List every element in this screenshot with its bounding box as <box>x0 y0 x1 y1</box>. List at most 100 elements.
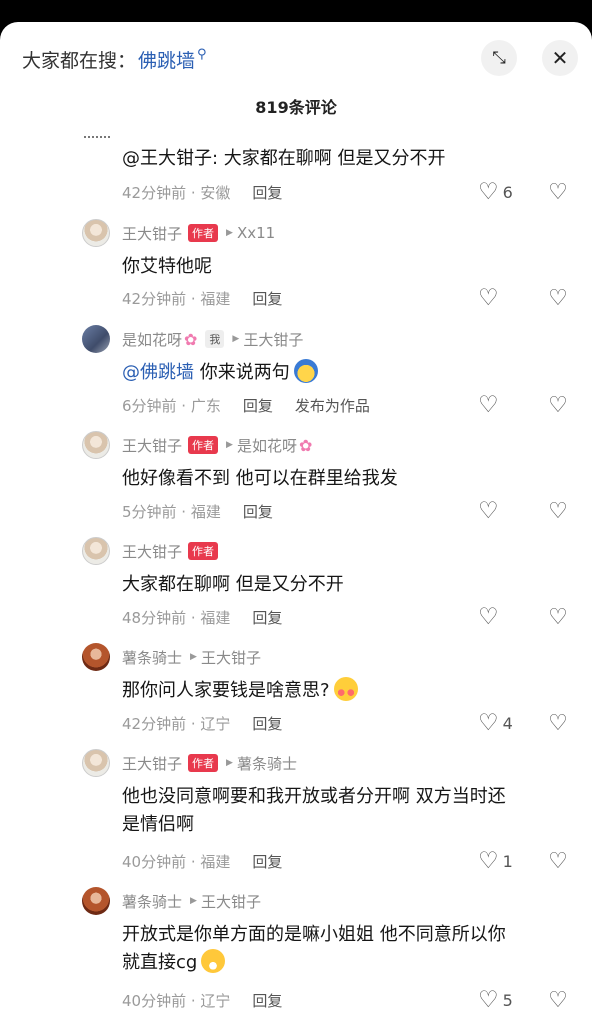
avatar[interactable] <box>82 643 110 671</box>
heart-icon: ♡ <box>478 987 499 1013</box>
comment-text-body: 你来说两句 <box>194 362 290 383</box>
heart-icon: ♡ <box>478 710 499 736</box>
avatar[interactable] <box>82 325 110 353</box>
comment-text-body: 就直接cg <box>122 952 198 973</box>
comment-text: 大家都在聊啊 但是又分不开 <box>122 574 344 595</box>
reply-button[interactable]: 回复 <box>252 713 282 734</box>
like-button[interactable]: ♡ <box>478 498 499 524</box>
comment-text: 他也没同意啊要和我开放或者分开啊 双方当时还 是情侣啊 <box>122 783 572 839</box>
avatar[interactable] <box>82 219 110 247</box>
username[interactable]: 王大钳子 <box>122 223 182 244</box>
username[interactable]: 王大钳子 <box>122 541 182 562</box>
reply-button[interactable]: 回复 <box>252 851 282 872</box>
broken-heart-icon: ♡ <box>548 710 568 736</box>
like-button[interactable]: ♡ 6 <box>478 179 513 205</box>
broken-heart-icon: ♡ <box>548 285 568 311</box>
comment-meta: 是如花呀 ✿ 我 ▶ 王大钳子 <box>122 327 303 351</box>
comment-time-location: 6分钟前 · 广东 <box>122 396 221 415</box>
comment-text-line: 就直接cg <box>122 949 572 977</box>
comment-meta: 王大钳子 作者 ▶ 是如花呀 ✿ <box>122 433 312 457</box>
avatar[interactable] <box>82 431 110 459</box>
like-button[interactable]: ♡ 4 <box>478 710 513 736</box>
heart-icon: ♡ <box>478 392 499 418</box>
author-badge: 作者 <box>188 224 219 242</box>
username[interactable]: 薯条骑士 <box>122 647 182 668</box>
comment-text-body: 那你问人家要钱是啥意思? <box>122 680 330 701</box>
author-badge: 作者 <box>188 436 219 454</box>
avatar[interactable] <box>84 132 110 138</box>
reply-arrow-icon: ▶ <box>190 652 197 662</box>
search-prefix: 大家都在搜： <box>22 50 137 72</box>
blush-emoji-icon <box>333 677 358 701</box>
like-button[interactable]: ♡ <box>478 604 499 630</box>
flower-icon: ✿ <box>184 329 198 349</box>
like-count: 6 <box>502 182 513 202</box>
username[interactable]: 薯条骑士 <box>122 891 182 912</box>
comment-time-location: 48分钟前 · 福建 <box>122 608 231 627</box>
dislike-button[interactable]: ♡ <box>545 392 571 418</box>
comment-meta: 王大钳子 作者 <box>122 539 219 563</box>
reply-to-username[interactable]: 薯条骑士 <box>237 753 297 774</box>
search-keyword[interactable]: 佛跳墙 <box>138 46 195 73</box>
dislike-button[interactable]: ♡ <box>545 710 571 736</box>
search-suggestion[interactable]: 大家都在搜： 佛跳墙 ⚲ <box>22 46 207 73</box>
avatar[interactable] <box>82 537 110 565</box>
comment-time-location: 42分钟前 · 辽宁 <box>122 714 231 733</box>
comment-text-line: 开放式是你单方面的是嘛小姐姐 他不同意所以你 <box>122 924 506 945</box>
dislike-button[interactable]: ♡ <box>545 987 571 1013</box>
comment-footer: 6分钟前 · 广东 回复 发布为作品 <box>122 392 370 418</box>
avatar[interactable] <box>82 887 110 915</box>
close-button[interactable]: ✕ <box>542 40 578 76</box>
dislike-button[interactable]: ♡ <box>545 285 571 311</box>
like-button[interactable]: ♡ <box>478 285 499 311</box>
close-icon: ✕ <box>551 46 569 70</box>
top-bar: 大家都在搜： 佛跳墙 ⚲ ⤡ ✕ <box>0 22 592 92</box>
heart-icon: ♡ <box>478 604 499 630</box>
dislike-button[interactable]: ♡ <box>545 498 571 524</box>
reply-button[interactable]: 回复 <box>243 501 273 522</box>
author-badge: 作者 <box>188 754 219 772</box>
cool-emoji-icon <box>293 359 318 383</box>
username[interactable]: 王大钳子 <box>122 435 182 456</box>
collapse-button[interactable]: ⤡ <box>481 40 517 76</box>
username[interactable]: 王大钳子 <box>122 753 182 774</box>
like-button[interactable]: ♡ 5 <box>478 987 513 1013</box>
comment-meta: 王大钳子 作者 ▶ Xx11 <box>122 221 275 245</box>
dislike-button[interactable]: ♡ <box>545 604 571 630</box>
username[interactable]: 是如花呀 <box>122 329 182 350</box>
author-badge: 作者 <box>188 542 219 560</box>
reply-to-username[interactable]: Xx11 <box>237 224 275 242</box>
reply-to-username[interactable]: 王大钳子 <box>201 647 261 668</box>
reply-button[interactable]: 回复 <box>252 288 282 309</box>
broken-heart-icon: ♡ <box>548 604 568 630</box>
reply-to-username[interactable]: 王大钳子 <box>201 891 261 912</box>
publish-as-work-button[interactable]: 发布为作品 <box>295 395 370 416</box>
collapse-icon: ⤡ <box>492 48 506 68</box>
dislike-button[interactable]: ♡ <box>545 179 571 205</box>
heart-icon: ♡ <box>478 848 499 874</box>
comment-footer: 40分钟前 · 福建 回复 <box>122 848 282 874</box>
reply-button[interactable]: 回复 <box>243 395 273 416</box>
broken-heart-icon: ♡ <box>548 987 568 1013</box>
dislike-button[interactable]: ♡ <box>545 848 571 874</box>
like-button[interactable]: ♡ 1 <box>478 848 513 874</box>
comment-meta: 薯条骑士 ▶ 王大钳子 <box>122 645 261 669</box>
reply-button[interactable]: 回复 <box>252 990 282 1011</box>
comment-text: 他好像看不到 他可以在群里给我发 <box>122 468 398 489</box>
reply-button[interactable]: 回复 <box>252 607 282 628</box>
mention-link[interactable]: @佛跳墙 <box>122 362 194 383</box>
broken-heart-icon: ♡ <box>548 498 568 524</box>
avatar[interactable] <box>82 749 110 777</box>
reply-to-username[interactable]: 是如花呀 <box>237 435 297 456</box>
comment-text-line: 是情侣啊 <box>122 814 194 835</box>
heart-icon: ♡ <box>478 285 499 311</box>
comment-meta: 王大钳子 作者 ▶ 薯条骑士 <box>122 751 297 775</box>
reply-button[interactable]: 回复 <box>252 182 282 203</box>
like-button[interactable]: ♡ <box>478 392 499 418</box>
comment-text: 你艾特他呢 <box>122 256 212 277</box>
comment-time-location: 40分钟前 · 福建 <box>122 852 231 871</box>
reply-to-username[interactable]: 王大钳子 <box>243 329 303 350</box>
reply-arrow-icon: ▶ <box>190 896 197 906</box>
broken-heart-icon: ♡ <box>548 392 568 418</box>
comment-time-location: 42分钟前 · 安徽 <box>122 183 231 202</box>
